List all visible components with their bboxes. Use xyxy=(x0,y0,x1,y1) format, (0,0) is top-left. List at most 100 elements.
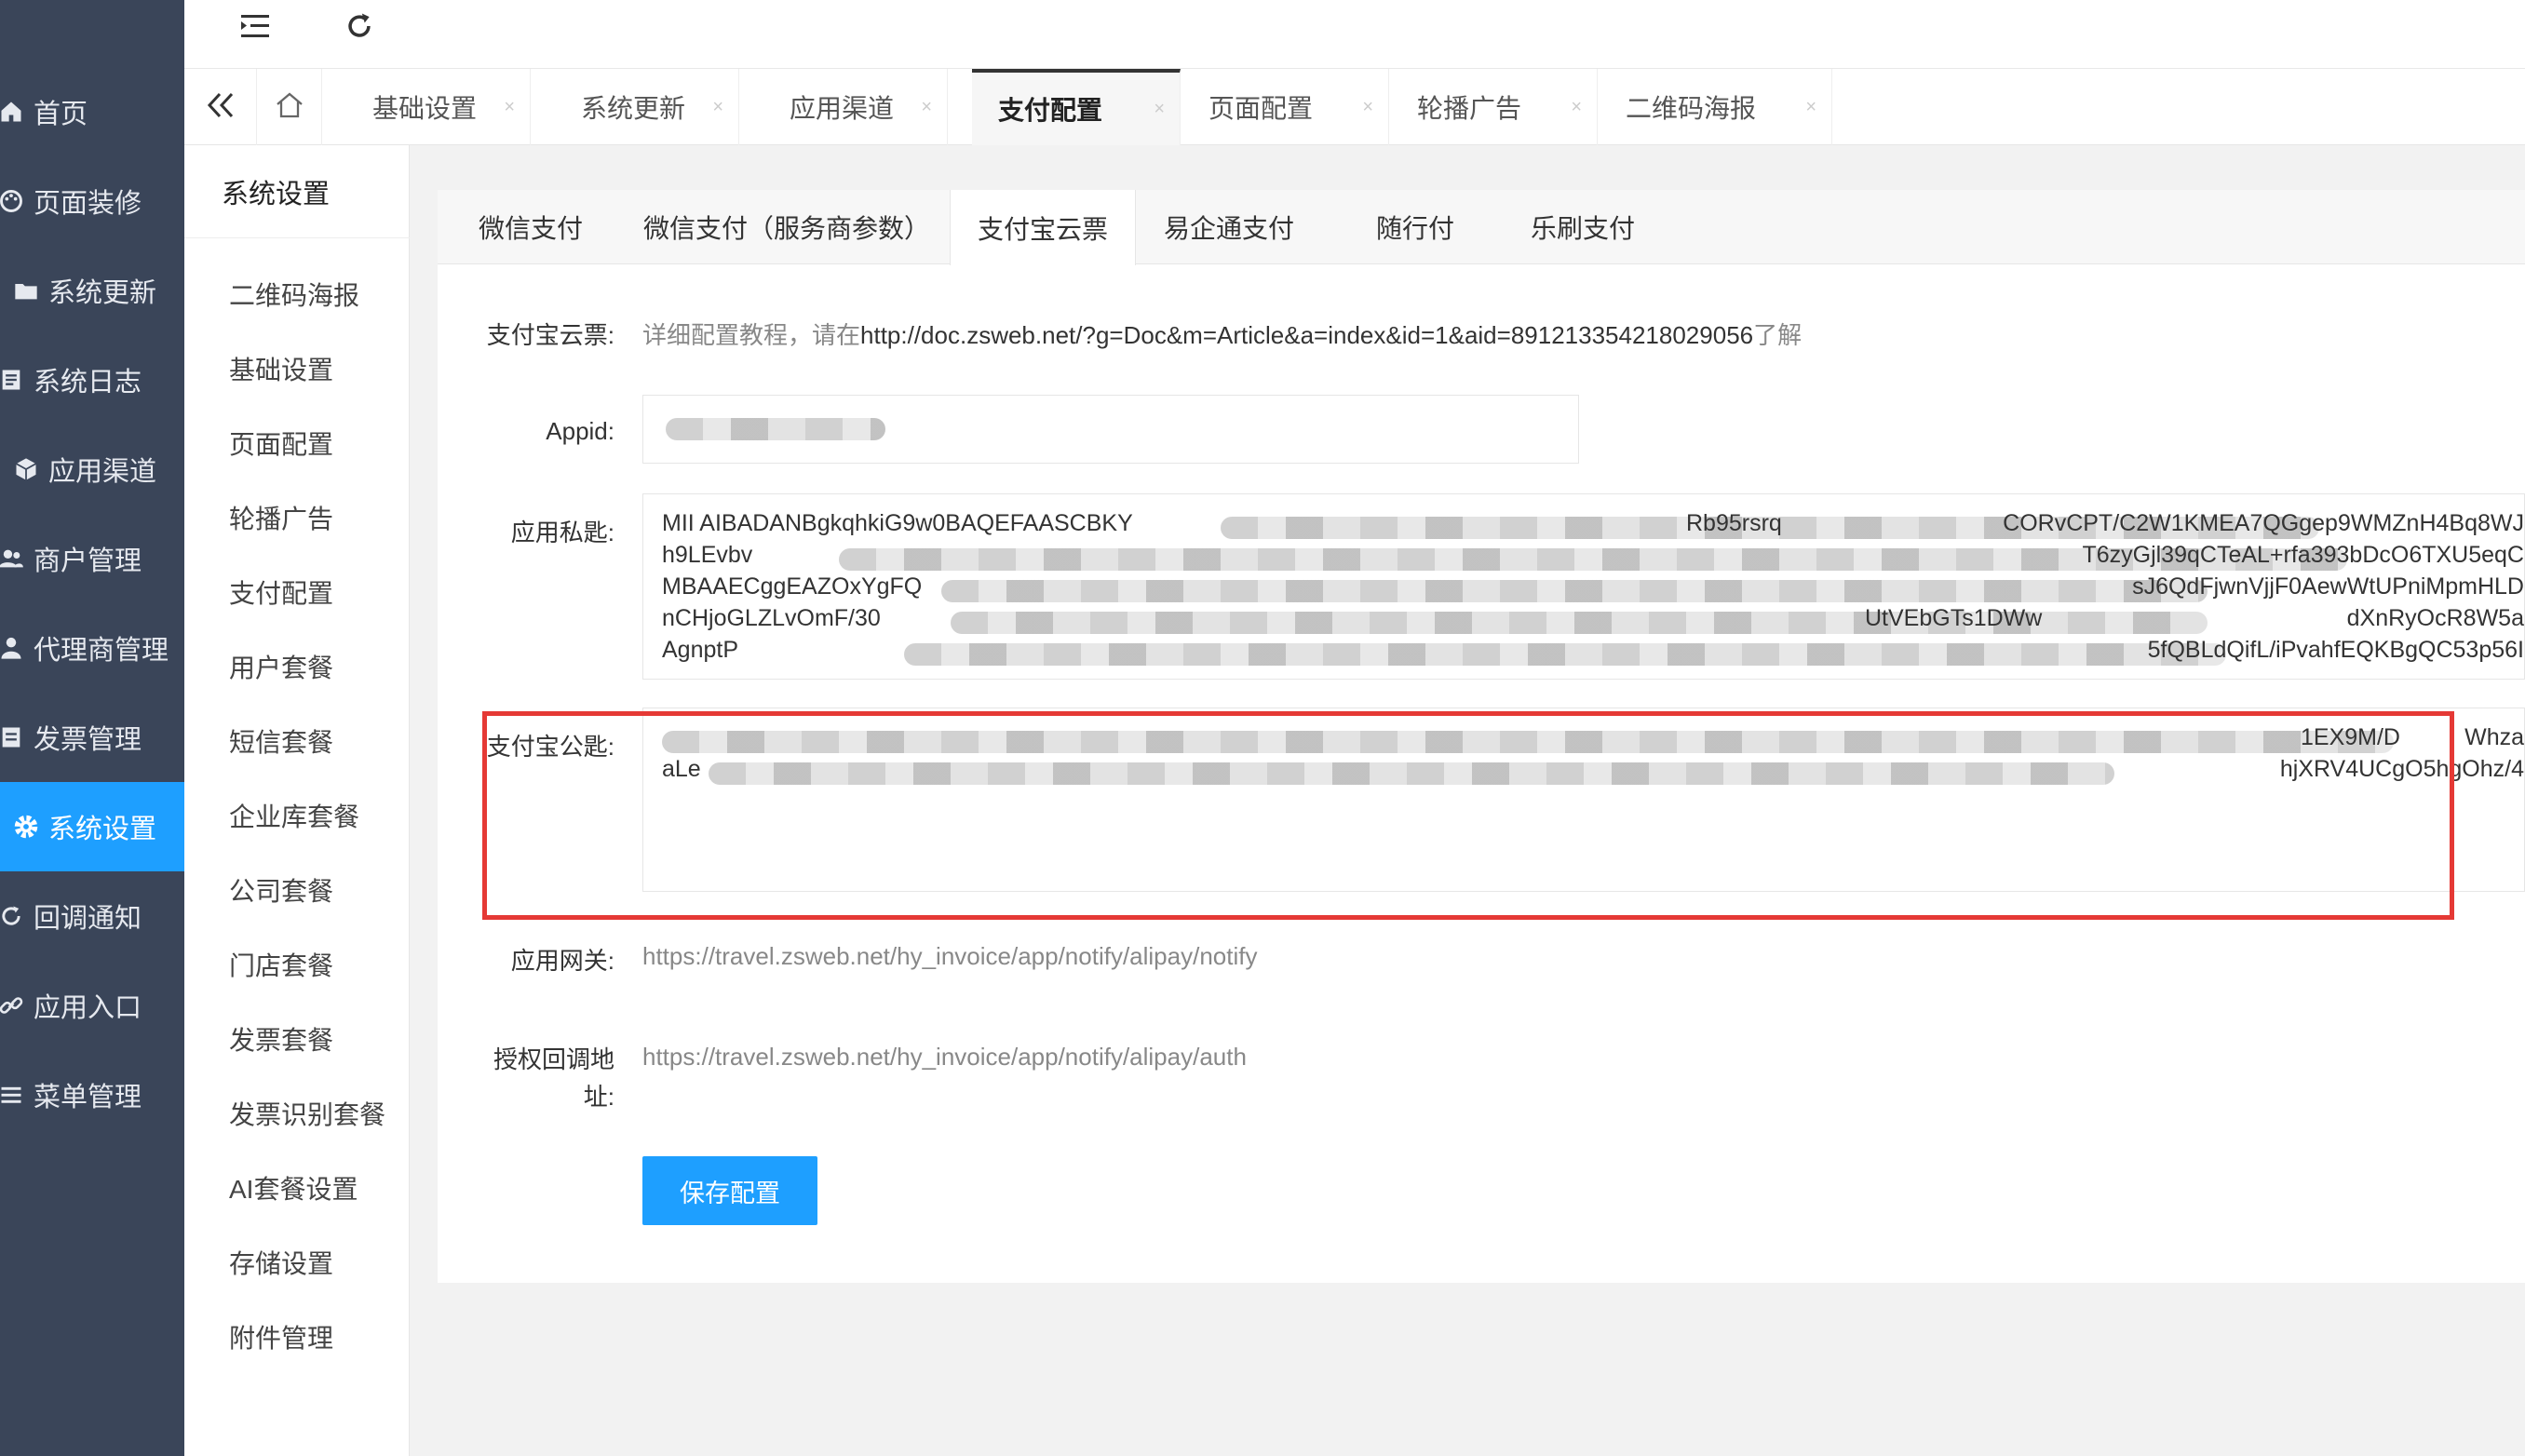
menu-icon xyxy=(0,1078,28,1112)
paytab-leshua[interactable]: 乐刷支付 xyxy=(1490,190,1676,264)
users-icon xyxy=(0,542,28,575)
tab-carousel-ads[interactable]: 轮播广告 × xyxy=(1389,69,1598,145)
sidebar-item-home[interactable]: 首页 xyxy=(0,67,184,156)
sidebar-item-system-log[interactable]: 系统日志 xyxy=(0,335,184,425)
tab-system-update[interactable]: 系统更新 × xyxy=(531,69,739,145)
sidebar-item-system-update[interactable]: 系统更新 xyxy=(0,246,184,335)
log-icon xyxy=(0,363,28,397)
textarea-line: dXnRyOcR8W5a xyxy=(2346,605,2524,631)
submenu-item-enterprise-package[interactable]: 企业库套餐 xyxy=(229,797,359,834)
submenu-item-page-config[interactable]: 页面配置 xyxy=(229,425,333,462)
tutorial-prefix: 详细配置教程，请在 xyxy=(642,321,861,349)
submenu-item-carousel-ads[interactable]: 轮播广告 xyxy=(229,499,333,536)
sidebar-item-label: 菜单管理 xyxy=(34,1083,142,1112)
submenu-item-basic-settings[interactable]: 基础设置 xyxy=(229,350,333,387)
tab-basic-settings[interactable]: 基础设置 × xyxy=(322,69,531,145)
sidebar-item-label: 商户管理 xyxy=(34,546,142,576)
tutorial-url[interactable]: http://doc.zsweb.net/?g=Doc&m=Article&a=… xyxy=(860,321,1753,349)
save-config-button[interactable]: 保存配置 xyxy=(642,1156,817,1225)
submenu-item-sms-package[interactable]: 短信套餐 xyxy=(229,722,333,760)
home-icon xyxy=(0,95,28,128)
private-key-textarea[interactable]: MII AIBADANBgkqhkiG9w0BAQEFAASCBKY h9LEv… xyxy=(642,493,2525,680)
submenu-title: 系统设置 xyxy=(184,145,410,238)
sidebar-item-label: 回调通知 xyxy=(34,904,142,934)
refresh-icon xyxy=(344,10,375,47)
sidebar-item-label: 首页 xyxy=(34,100,88,129)
top-toolbar xyxy=(184,0,2525,69)
paytab-wechat[interactable]: 微信支付 xyxy=(438,190,624,264)
close-icon[interactable]: × xyxy=(504,97,515,118)
sidebar-item-label: 代理商管理 xyxy=(34,636,169,666)
tutorial-suffix: 了解 xyxy=(1753,321,1803,349)
invoice-icon xyxy=(0,721,28,754)
tab-app-channel[interactable]: 应用渠道 × xyxy=(739,69,948,145)
sidebar-item-system-settings[interactable]: 系统设置 xyxy=(0,782,184,871)
submenu-item-invoice-ocr-package[interactable]: 发票识别套餐 xyxy=(229,1095,385,1132)
sidebar-item-page-decor[interactable]: 页面装修 xyxy=(0,156,184,246)
sidebar-item-label: 应用渠道 xyxy=(48,457,157,487)
sidebar-item-invoice[interactable]: 发票管理 xyxy=(0,693,184,782)
refresh-icon xyxy=(0,899,28,933)
paytab-yiqitong[interactable]: 易企通支付 xyxy=(1136,190,1322,264)
settings-submenu: 系统设置 二维码海报 基础设置 页面配置 轮播广告 支付配置 用户套餐 短信套餐… xyxy=(184,145,410,1456)
sidebar-item-menu-manage[interactable]: 菜单管理 xyxy=(0,1050,184,1139)
sidebar-item-label: 系统更新 xyxy=(48,278,157,308)
tab-label: 页面配置 xyxy=(1208,94,1314,123)
payment-method-tabs: 微信支付 微信支付（服务商参数） 支付宝云票 易企通支付 随行付 乐刷支付 xyxy=(438,190,2525,265)
auth-callback-url: https://travel.zsweb.net/hy_invoice/app/… xyxy=(642,1043,1247,1071)
tab-home[interactable] xyxy=(257,69,322,145)
close-icon[interactable]: × xyxy=(1571,97,1582,118)
submenu-item-invoice-package[interactable]: 发票套餐 xyxy=(229,1020,333,1058)
main-sidebar: 首页 页面装修 系统更新 系统日志 应用渠道 商户管理 代理商管理 发票管理 系… xyxy=(0,0,184,1456)
textarea-line: Rb95rsrq xyxy=(1686,510,1782,536)
paytab-suixingfu[interactable]: 随行付 xyxy=(1322,190,1508,264)
redacted-value xyxy=(904,643,2226,666)
private-key-label: 应用私匙: xyxy=(510,519,614,546)
redacted-value xyxy=(941,580,2208,602)
sidebar-item-app-channel[interactable]: 应用渠道 xyxy=(0,425,184,514)
sidebar-item-app-entry[interactable]: 应用入口 xyxy=(0,961,184,1050)
paytab-wechat-provider[interactable]: 微信支付（服务商参数） xyxy=(624,190,950,264)
close-icon[interactable]: × xyxy=(1805,97,1816,118)
submenu-item-storage-settings[interactable]: 存储设置 xyxy=(229,1244,333,1281)
close-icon[interactable]: × xyxy=(1362,97,1373,118)
tab-payment-config[interactable]: 支付配置 × xyxy=(972,69,1181,145)
refresh-button[interactable] xyxy=(339,7,380,48)
sidebar-item-merchant[interactable]: 商户管理 xyxy=(0,514,184,603)
sidebar-item-agent[interactable]: 代理商管理 xyxy=(0,603,184,693)
submenu-item-ai-package[interactable]: AI套餐设置 xyxy=(229,1169,358,1207)
redacted-value xyxy=(666,418,885,440)
page-tab-bar: 基础设置 × 系统更新 × 应用渠道 × 支付配置 × 页面配置 × 轮播广告 … xyxy=(184,69,2525,145)
textarea-line: CORvCPT/C2W1KMEA7QGgep9WMZnH4Bq8WJ xyxy=(2003,510,2524,536)
submenu-item-attachment-manage[interactable]: 附件管理 xyxy=(229,1318,333,1355)
textarea-line: Whza xyxy=(2464,724,2524,750)
submenu-item-user-package[interactable]: 用户套餐 xyxy=(229,648,333,685)
tab-label: 支付配置 xyxy=(998,96,1103,125)
submenu-item-company-package[interactable]: 公司套餐 xyxy=(229,871,333,909)
tab-label: 二维码海报 xyxy=(1626,94,1757,123)
tabs-scroll-left-button[interactable] xyxy=(184,69,257,145)
indent-icon xyxy=(239,12,271,45)
folder-icon xyxy=(9,274,43,307)
textarea-line: 5fQBLdQifL/iPvahfEQKBgQC53p56I xyxy=(2147,637,2524,663)
sidebar-item-label: 应用入口 xyxy=(34,993,142,1023)
config-tutorial-text: 详细配置教程，请在http://doc.zsweb.net/?g=Doc&m=A… xyxy=(642,317,1802,351)
submenu-item-store-package[interactable]: 门店套餐 xyxy=(229,946,333,983)
intro-label: 支付宝云票: xyxy=(486,321,614,349)
close-icon[interactable]: × xyxy=(921,97,932,118)
close-icon[interactable]: × xyxy=(1154,99,1165,120)
close-icon[interactable]: × xyxy=(712,97,723,118)
submenu-item-qrcode-poster[interactable]: 二维码海报 xyxy=(229,276,359,313)
collapse-sidebar-button[interactable] xyxy=(235,7,276,48)
tab-page-config[interactable]: 页面配置 × xyxy=(1181,69,1389,145)
tab-qrcode-poster[interactable]: 二维码海报 × xyxy=(1598,69,1832,145)
gateway-url: https://travel.zsweb.net/hy_invoice/app/… xyxy=(642,942,1258,970)
sidebar-item-callback[interactable]: 回调通知 xyxy=(0,871,184,961)
appid-input[interactable] xyxy=(642,395,1579,464)
submenu-item-payment-config[interactable]: 支付配置 xyxy=(229,573,333,611)
paytab-alipay-cloud-invoice[interactable]: 支付宝云票 xyxy=(950,190,1136,265)
textarea-line: T6zyGjl39qCTeAL+rfa393bDcO6TXU5eqC xyxy=(2082,542,2524,568)
tab-label: 系统更新 xyxy=(581,94,686,123)
sidebar-item-label: 发票管理 xyxy=(34,725,142,755)
appid-label: Appid: xyxy=(546,417,614,445)
